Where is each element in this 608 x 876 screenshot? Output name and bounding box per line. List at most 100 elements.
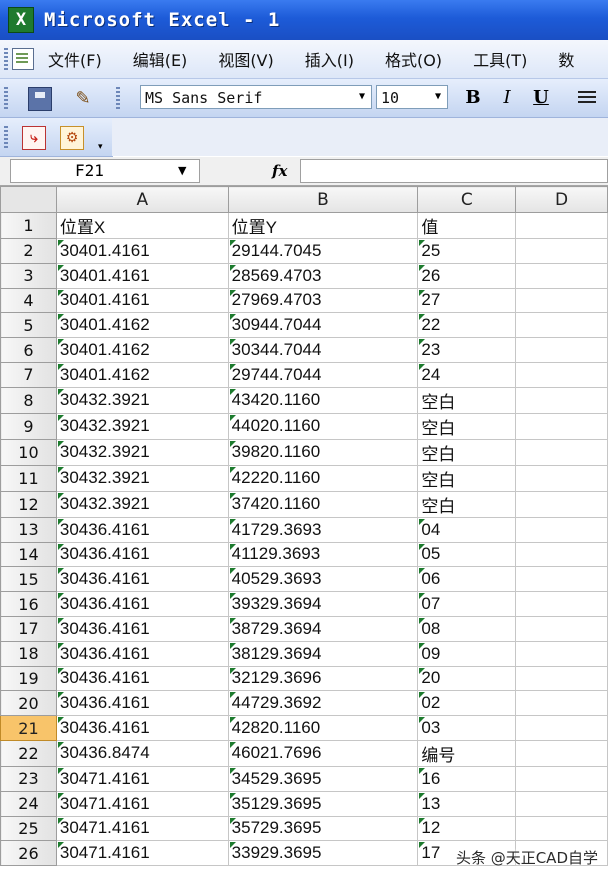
row-header[interactable]: 2 (0, 238, 57, 264)
row-header[interactable]: 3 (0, 262, 57, 289)
cell-c[interactable]: 空白 (417, 438, 517, 466)
pdf-convert-icon[interactable]: ⤷ (22, 126, 46, 150)
row-header[interactable]: 26 (0, 840, 57, 867)
cell-c[interactable]: 值 (417, 212, 517, 239)
toolbar-grip-handle-2[interactable] (116, 87, 120, 109)
cell-b[interactable]: 39820.1160 (227, 438, 419, 466)
cell-d[interactable] (515, 541, 608, 568)
cell-c[interactable]: 空白 (417, 412, 517, 440)
cell-b[interactable]: 44020.1160 (227, 412, 419, 440)
cell-c[interactable]: 08 (417, 615, 517, 642)
cell-a[interactable]: 30401.4162 (55, 337, 229, 363)
cell-b[interactable]: 37420.1160 (227, 490, 419, 518)
cell-d[interactable] (515, 212, 608, 239)
row-header[interactable]: 15 (0, 566, 57, 593)
cell-c[interactable]: 26 (417, 262, 517, 289)
cell-d[interactable] (515, 815, 608, 842)
cell-b[interactable]: 27969.4703 (227, 287, 419, 314)
menu-format[interactable]: 格式(O) (385, 47, 442, 71)
pdf-toolbar-grip[interactable] (4, 126, 8, 148)
cell-a[interactable]: 30436.4161 (55, 541, 229, 568)
menu-edit[interactable]: 编辑(E) (133, 47, 188, 71)
cell-c[interactable]: 22 (417, 312, 517, 339)
cell-d[interactable] (515, 337, 608, 363)
cell-a[interactable]: 30436.4161 (55, 640, 229, 667)
cell-c[interactable]: 03 (417, 715, 517, 741)
cell-c[interactable]: 09 (417, 640, 517, 667)
row-header[interactable]: 12 (0, 490, 57, 518)
cell-d[interactable] (515, 361, 608, 388)
row-header[interactable]: 9 (0, 412, 57, 440)
cell-c[interactable]: 20 (417, 665, 517, 692)
cell-b[interactable]: 40529.3693 (227, 566, 419, 593)
cell-b[interactable]: 35129.3695 (227, 790, 419, 817)
row-header[interactable]: 8 (0, 386, 57, 414)
column-header-c[interactable]: C (417, 186, 517, 213)
menu-view[interactable]: 视图(V) (218, 47, 273, 71)
cell-d[interactable] (515, 739, 608, 767)
cell-d[interactable] (515, 287, 608, 314)
font-size-select[interactable]: 10 ▼ (376, 85, 448, 109)
cell-d[interactable] (515, 412, 608, 440)
cell-b[interactable]: 28569.4703 (227, 262, 419, 289)
row-header[interactable]: 14 (0, 541, 57, 568)
cell-b[interactable]: 41129.3693 (227, 541, 419, 568)
cell-c[interactable]: 13 (417, 790, 517, 817)
row-header[interactable]: 1 (0, 212, 57, 239)
cell-a[interactable]: 30471.4161 (55, 790, 229, 817)
cell-b[interactable]: 29144.7045 (227, 238, 419, 264)
cell-c[interactable]: 04 (417, 516, 517, 543)
menu-data[interactable]: 数 (558, 47, 574, 71)
row-header[interactable]: 24 (0, 790, 57, 817)
cell-c[interactable]: 02 (417, 690, 517, 717)
cell-a[interactable]: 30401.4161 (55, 262, 229, 289)
select-all-corner[interactable] (0, 186, 57, 213)
cell-b[interactable]: 38129.3694 (227, 640, 419, 667)
cell-b[interactable]: 32129.3696 (227, 665, 419, 692)
cell-d[interactable] (515, 715, 608, 741)
chevron-down-icon[interactable]: ▼ (431, 89, 445, 105)
menu-file[interactable]: 文件(F) (48, 47, 102, 71)
italic-button[interactable]: I (496, 87, 518, 109)
cell-b[interactable]: 30944.7044 (227, 312, 419, 339)
name-box[interactable]: F21 (10, 159, 200, 183)
pdf-options-icon[interactable]: ⚙ (60, 126, 84, 150)
cell-a[interactable]: 30432.3921 (55, 464, 229, 492)
cell-a[interactable]: 30436.4161 (55, 615, 229, 642)
cell-b[interactable]: 39329.3694 (227, 591, 419, 617)
cell-a[interactable]: 30436.8474 (55, 739, 229, 767)
underline-button[interactable]: U (530, 87, 552, 109)
cell-d[interactable] (515, 386, 608, 414)
menu-grip-handle[interactable] (4, 48, 8, 70)
toolbar-options-chevron-icon[interactable]: ▾ (98, 142, 103, 152)
cell-a[interactable]: 30436.4161 (55, 591, 229, 617)
row-header[interactable]: 10 (0, 438, 57, 466)
cell-a[interactable]: 30471.4161 (55, 815, 229, 842)
cell-a[interactable]: 30471.4161 (55, 765, 229, 792)
name-box-dropdown-icon[interactable]: ▼ (178, 159, 186, 183)
cell-b[interactable]: 34529.3695 (227, 765, 419, 792)
cell-a[interactable]: 位置X (55, 212, 229, 239)
cell-d[interactable] (515, 490, 608, 518)
cell-d[interactable] (515, 238, 608, 264)
row-header[interactable]: 18 (0, 640, 57, 667)
row-header[interactable]: 16 (0, 591, 57, 617)
cell-b[interactable]: 38729.3694 (227, 615, 419, 642)
cell-d[interactable] (515, 312, 608, 339)
row-header[interactable]: 25 (0, 815, 57, 842)
cell-b[interactable]: 30344.7044 (227, 337, 419, 363)
cell-a[interactable]: 30436.4161 (55, 516, 229, 543)
cell-b[interactable]: 41729.3693 (227, 516, 419, 543)
cell-a[interactable]: 30436.4161 (55, 665, 229, 692)
cell-d[interactable] (515, 615, 608, 642)
cell-a[interactable]: 30432.3921 (55, 490, 229, 518)
row-header[interactable]: 23 (0, 765, 57, 792)
cell-a[interactable]: 30436.4161 (55, 715, 229, 741)
row-header[interactable]: 4 (0, 287, 57, 314)
cell-d[interactable] (515, 765, 608, 792)
cell-d[interactable] (515, 640, 608, 667)
chevron-down-icon[interactable]: ▼ (355, 89, 369, 105)
function-icon[interactable]: fx (272, 159, 287, 183)
cell-c[interactable]: 24 (417, 361, 517, 388)
cell-c[interactable]: 07 (417, 591, 517, 617)
